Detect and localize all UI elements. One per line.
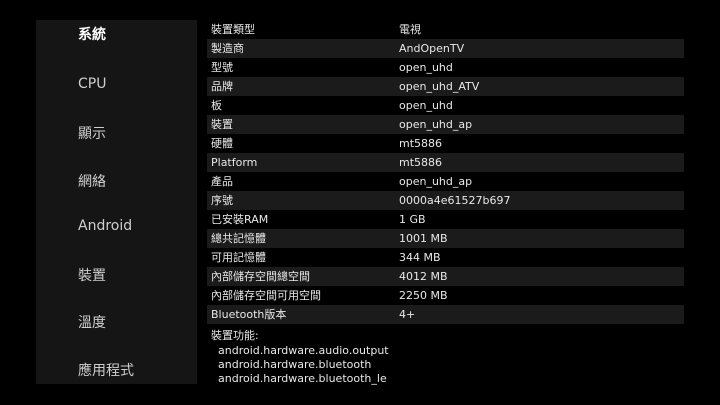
info-key: 硬體: [211, 137, 233, 150]
info-row: 品牌 open_uhd_ATV: [207, 77, 684, 96]
info-row: 裝置 open_uhd_ap: [207, 115, 684, 134]
info-row: 內部儲存空間可用空間 2250 MB: [207, 286, 684, 305]
info-row: 型號 open_uhd: [207, 58, 684, 77]
info-row: 序號 0000a4e61527b697: [207, 191, 684, 210]
info-value: open_uhd_ap: [399, 118, 473, 131]
info-value: 電視: [399, 23, 421, 36]
feature-item: android.hardware.audio.output: [218, 344, 389, 357]
info-value: 1 GB: [399, 213, 426, 226]
info-row: Bluetooth版本 4+: [207, 305, 684, 324]
sidebar-item-display[interactable]: 顯示: [78, 123, 106, 143]
info-row: 已安裝RAM 1 GB: [207, 210, 684, 229]
info-key: 裝置類型: [211, 23, 255, 36]
info-key: 裝置: [211, 118, 233, 131]
info-key: Platform: [211, 156, 258, 169]
info-row: 可用記憶體 344 MB: [207, 248, 684, 267]
feature-item: android.hardware.bluetooth_le: [218, 372, 387, 385]
info-row: 硬體 mt5886: [207, 134, 684, 153]
info-row: 裝置類型 電視: [207, 20, 684, 39]
info-value: 4+: [399, 308, 416, 321]
info-value: open_uhd_ATV: [399, 80, 480, 93]
info-key: 內部儲存空間可用空間: [211, 289, 321, 302]
info-key: Bluetooth版本: [211, 308, 287, 321]
info-value: 1001 MB: [399, 232, 448, 245]
info-value: 4012 MB: [399, 270, 448, 283]
info-key: 總共記憶體: [211, 232, 266, 245]
sidebar-item-system[interactable]: 系統: [78, 24, 106, 44]
info-value: mt5886: [399, 137, 443, 150]
info-value: open_uhd: [399, 61, 453, 74]
info-key: 已安裝RAM: [211, 213, 269, 226]
info-key: 序號: [211, 194, 233, 207]
sidebar-item-device[interactable]: 裝置: [78, 265, 106, 285]
sidebar-item-network[interactable]: 網絡: [78, 171, 106, 191]
info-key: 內部儲存空間總空間: [211, 270, 310, 283]
info-row: Platform mt5886: [207, 153, 684, 172]
info-key: 產品: [211, 175, 233, 188]
info-key: 可用記憶體: [211, 251, 266, 264]
sidebar-item-android[interactable]: Android: [78, 218, 132, 234]
info-value: 344 MB: [399, 251, 441, 264]
info-key: 製造商: [211, 42, 244, 55]
info-key: 板: [211, 99, 222, 112]
info-value: open_uhd: [399, 99, 453, 112]
info-row: 製造商 AndOpenTV: [207, 39, 684, 58]
sidebar-item-temperature[interactable]: 溫度: [78, 312, 106, 332]
info-value: mt5886: [399, 156, 443, 169]
feature-item: android.hardware.bluetooth: [218, 358, 372, 371]
info-key: 品牌: [211, 80, 233, 93]
info-row: 板 open_uhd: [207, 96, 684, 115]
info-value: open_uhd_ap: [399, 175, 473, 188]
device-features-title: 裝置功能:: [211, 329, 259, 342]
info-value: 0000a4e61527b697: [399, 194, 511, 207]
info-value: 2250 MB: [399, 289, 448, 302]
info-value: AndOpenTV: [399, 42, 465, 55]
sidebar-item-cpu[interactable]: CPU: [78, 76, 106, 92]
sidebar-item-apps[interactable]: 應用程式: [78, 360, 134, 380]
sidebar-menu: 系統 CPU 顯示 網絡 Android 裝置 溫度 應用程式: [36, 20, 197, 384]
system-info-panel: 裝置類型 電視 製造商 AndOpenTV 型號 open_uhd 品牌 open_uh…: [207, 20, 684, 386]
info-row: 內部儲存空間總空間 4012 MB: [207, 267, 684, 286]
info-row: 產品 open_uhd_ap: [207, 172, 684, 191]
info-key: 型號: [211, 61, 233, 74]
info-row: 總共記憶體 1001 MB: [207, 229, 684, 248]
